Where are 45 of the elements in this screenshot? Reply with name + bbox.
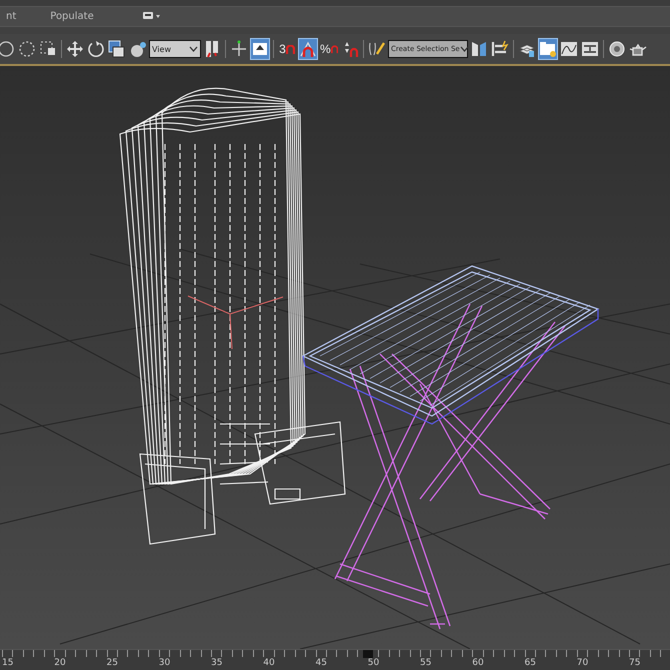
ribbon-tab[interactable]: Populate bbox=[44, 10, 100, 22]
frame-label: 40 bbox=[263, 658, 275, 669]
sphere-icon bbox=[129, 40, 147, 58]
material-icon bbox=[608, 40, 626, 58]
chevron-down-icon bbox=[189, 46, 198, 52]
bars-icon bbox=[203, 40, 221, 58]
angle-snap-icon bbox=[299, 40, 317, 58]
toolbar-button[interactable] bbox=[250, 38, 270, 60]
curve-editor-icon bbox=[560, 40, 578, 58]
time-slider-handle[interactable] bbox=[362, 650, 373, 658]
move-icon bbox=[66, 40, 84, 58]
schematic-icon bbox=[581, 40, 599, 58]
snap-toggle-button[interactable]: % bbox=[319, 38, 339, 60]
folder-icon bbox=[539, 40, 557, 58]
frame-label: 25 bbox=[106, 658, 118, 669]
circle-select-icon bbox=[0, 40, 15, 58]
frame-label: 15 bbox=[2, 658, 14, 669]
mirror-icon bbox=[470, 40, 488, 58]
gizmo-icon bbox=[230, 40, 248, 58]
frame-label: 65 bbox=[524, 658, 536, 669]
rotate-icon bbox=[87, 40, 105, 58]
toolbar-button[interactable] bbox=[298, 38, 318, 60]
frame-label: 50 bbox=[368, 658, 380, 669]
magnet-icon bbox=[330, 44, 338, 54]
chevron-down-icon bbox=[460, 46, 469, 52]
frame-label: 35 bbox=[211, 658, 222, 669]
ribbon-tab[interactable]: nt bbox=[0, 10, 22, 22]
frame-label: 20 bbox=[54, 658, 66, 669]
toolbar-button[interactable] bbox=[107, 38, 127, 60]
align-icon bbox=[491, 40, 509, 58]
timeline-ruler[interactable]: 15 20 25 30 35 40 45 50 55 60 65 70 75 bbox=[0, 648, 670, 670]
frame-label: 75 bbox=[629, 658, 640, 669]
toolbar-button[interactable] bbox=[538, 38, 558, 60]
frame-label: 45 bbox=[316, 658, 327, 669]
magnet-icon bbox=[286, 44, 295, 54]
scale-icon bbox=[108, 40, 126, 58]
frame-label: 60 bbox=[472, 658, 484, 669]
dropdown-field[interactable]: View bbox=[149, 40, 201, 58]
frame-label: 55 bbox=[420, 658, 432, 669]
dashed-circle-icon bbox=[18, 40, 36, 58]
snap-toggle-button[interactable]: 3 bbox=[277, 38, 297, 60]
viewport[interactable] bbox=[0, 66, 670, 649]
frame-label: 70 bbox=[576, 658, 588, 669]
frame-label: 30 bbox=[158, 658, 170, 669]
dropdown-icon[interactable] bbox=[142, 11, 162, 22]
